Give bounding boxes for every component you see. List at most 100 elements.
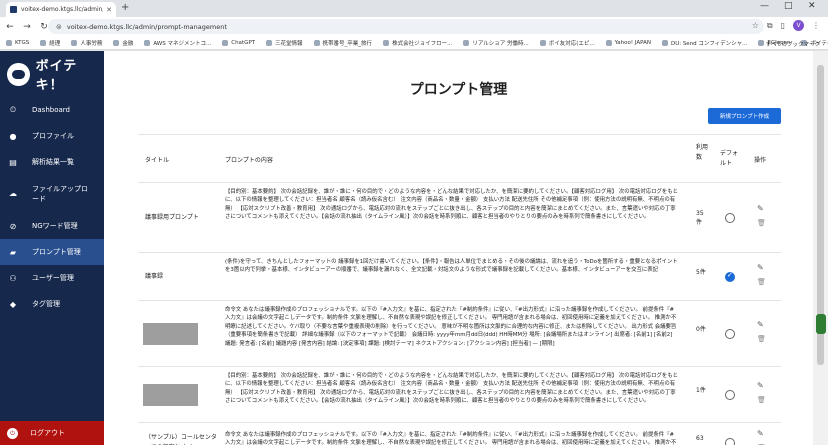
edit-icon[interactable]: ✎ xyxy=(757,429,764,438)
delete-icon[interactable]: 🗑 xyxy=(757,335,766,343)
bookmark-icon xyxy=(71,39,78,46)
bookmark-item[interactable]: AWS マネジメントコ... xyxy=(144,39,211,47)
new-prompt-button[interactable]: 新規プロンプト作成 xyxy=(708,108,781,124)
bookmark-icon xyxy=(661,39,668,46)
sidepanel-icon[interactable]: ▯ xyxy=(781,21,785,30)
default-radio[interactable] xyxy=(725,213,735,223)
edit-icon[interactable]: ✎ xyxy=(757,204,764,213)
side-extension-pill[interactable] xyxy=(816,314,826,334)
close-tab-icon[interactable]: ✕ xyxy=(106,6,112,14)
block-icon: ⊘ xyxy=(9,221,17,231)
row-title: （サンプル）コールセンターでの顧客とオペ xyxy=(145,434,217,445)
header-default: デフォルト xyxy=(720,150,739,167)
address-bar[interactable]: ⊜ voitex-demo.ktgs.llc/admin/prompt-mana… xyxy=(48,19,764,34)
logout-button[interactable]: ⏻ ログアウト xyxy=(0,421,104,445)
bookmark-icon xyxy=(383,39,390,46)
bookmark-label: 金融 xyxy=(122,40,134,47)
minimize-icon[interactable]: — xyxy=(760,1,769,11)
header-count: 利用数 xyxy=(696,144,709,161)
row-content: 【目的別：基本要約】 次の会話記録を、誰が・誰に・何の目的で・どのような内容を・… xyxy=(225,189,679,221)
sidebar-item-dashboard[interactable]: ⏲ Dashboard xyxy=(0,97,104,123)
bookmark-item[interactable]: KTGS xyxy=(6,39,29,46)
sidebar-item-label: 解析結果一覧 xyxy=(32,158,74,166)
main-content: プロンプト管理 新規プロンプト作成 タイトル プロンプトの内容 利用数 デフォル… xyxy=(104,51,813,445)
bookmark-label: AWS マネジメントコ... xyxy=(153,40,212,47)
table-row: （サンプル）コールセンターでの顧客とオペ命令文 あなたは議事録作成のプロフェッシ… xyxy=(138,423,781,445)
back-icon[interactable]: ← xyxy=(3,22,17,32)
bookmark-icon xyxy=(463,39,470,46)
bookmark-item[interactable]: 三花堂情報 xyxy=(266,39,303,47)
browser-tab[interactable]: voitex-demo.ktgs.llc/admin/pro ✕ xyxy=(6,2,116,17)
close-window-icon[interactable]: ✕ xyxy=(808,1,816,11)
bookmark-item[interactable]: 経理 xyxy=(40,39,60,47)
row-count: 0件 xyxy=(696,326,706,333)
row-count: 63 xyxy=(696,435,704,442)
edit-icon[interactable]: ✎ xyxy=(757,320,764,329)
bookmark-label: リアルショア 労働時... xyxy=(472,40,529,47)
table-body: 議事録用プロンプト 【目的別：基本要約】 次の会話記録を、誰が・誰に・何の目的で・… xyxy=(138,183,781,445)
sidebar-item-label: Dashboard xyxy=(32,106,70,114)
bookmark-label: 株式会社ジョイフロー... xyxy=(392,40,453,47)
row-title: 議事録用プロンプト xyxy=(145,214,199,221)
bookmark-item[interactable]: 株式会社ジョイフロー... xyxy=(383,39,452,47)
page-scrollbar[interactable] xyxy=(813,51,828,445)
edit-icon[interactable]: ✎ xyxy=(757,263,764,272)
maximize-icon[interactable]: □ xyxy=(784,1,793,11)
new-tab-icon[interactable]: + xyxy=(121,2,129,13)
person-icon: ● xyxy=(9,131,17,141)
bookmark-item[interactable]: 携帯番号_卒業_旅行 xyxy=(313,39,373,47)
table-row: 議事録 (条件)を守って、きちんとしたフォーマットの 議事録を1回だけ書いてくださ… xyxy=(138,253,781,301)
sidebar-item-label: タグ管理 xyxy=(32,300,60,308)
bookmark-label: DU: Send コンフィデンシャ... xyxy=(670,40,748,47)
tab-title: voitex-demo.ktgs.llc/admin/pro xyxy=(21,6,103,13)
site-info-icon[interactable]: ⊜ xyxy=(56,23,62,31)
bookmark-label: 三花堂情報 xyxy=(275,40,303,47)
all-bookmarks-link[interactable]: すべてのブックマーク xyxy=(766,40,820,48)
bookmark-item[interactable]: 金融 xyxy=(113,39,133,47)
row-count: 1件 xyxy=(696,387,706,394)
table-header: タイトル プロンプトの内容 利用数 デフォルト 操作 xyxy=(138,135,781,183)
browser-menu-icon[interactable]: ⋮ xyxy=(812,21,820,30)
delete-icon[interactable]: 🗑 xyxy=(757,278,766,286)
edit-icon[interactable]: ✎ xyxy=(757,381,764,390)
table-row: 命令文 あなたは議事録作成のプロフェッショナルです。以下の『#入力文』を基に、指… xyxy=(138,301,781,367)
sidebar-item-tag[interactable]: ◆ タグ管理 xyxy=(0,291,104,317)
row-content: (条件)を守って、きちんとしたフォーマットの 議事録を1回だけ書いてください。【… xyxy=(225,259,678,274)
extensions-icon[interactable]: ⧉ xyxy=(767,21,773,31)
default-radio[interactable] xyxy=(725,438,735,445)
bookmark-item[interactable]: ChatGPT xyxy=(222,39,256,46)
sidebar-item-label: プロファイル xyxy=(32,132,74,140)
sidebar-item-list[interactable]: ▤ 解析結果一覧 xyxy=(0,149,104,175)
dashboard-icon: ⏲ xyxy=(9,105,17,114)
bookmark-item[interactable]: Yahoo! JAPAN xyxy=(605,39,651,46)
default-radio[interactable] xyxy=(725,271,735,282)
sidebar-item-upload[interactable]: ☁ ファイルアップロード xyxy=(0,175,104,213)
logout-icon: ⏻ xyxy=(7,427,18,439)
logout-label: ログアウト xyxy=(30,429,65,437)
bookmark-icon xyxy=(539,39,546,46)
sidebar-item-chat[interactable]: ▰ プロンプト管理 xyxy=(0,239,104,265)
row-count: 5件 xyxy=(696,269,706,276)
brand[interactable]: ボイテキ！ xyxy=(0,51,104,97)
delete-icon[interactable]: 🗑 xyxy=(757,219,766,227)
sidebar-item-block[interactable]: ⊘ NGワード管理 xyxy=(0,213,104,239)
redacted-title-block xyxy=(143,323,198,345)
bookmark-icon xyxy=(222,39,229,46)
sidebar-item-person[interactable]: ● プロファイル xyxy=(0,123,104,149)
bookmark-item[interactable]: 人事労務 xyxy=(71,39,102,47)
profile-avatar[interactable]: V xyxy=(793,20,804,31)
bookmark-icon xyxy=(605,39,612,46)
forward-icon[interactable]: → xyxy=(20,22,34,32)
app-window: ボイテキ！ ⏲ Dashboard ● プロファイル ▤ 解析結果一覧 ☁ ファイルアップロー… xyxy=(0,51,813,445)
bookmark-item[interactable]: リアルショア 労働時... xyxy=(463,39,529,47)
sidebar-item-group[interactable]: ⚇ ユーザー管理 xyxy=(0,265,104,291)
bookmark-icon xyxy=(144,39,151,46)
bookmark-label: ChatGPT xyxy=(231,39,256,46)
bookmark-label: 携帯番号_卒業_旅行 xyxy=(322,40,373,47)
bookmark-item[interactable]: DU: Send コンフィデンシャ... xyxy=(661,39,748,47)
bookmark-item[interactable]: ボイ友対応(エピ... xyxy=(539,39,595,47)
default-radio[interactable] xyxy=(725,329,735,339)
default-radio[interactable] xyxy=(725,390,735,400)
delete-icon[interactable]: 🗑 xyxy=(757,396,766,404)
star-icon[interactable]: ☆ xyxy=(752,21,759,30)
